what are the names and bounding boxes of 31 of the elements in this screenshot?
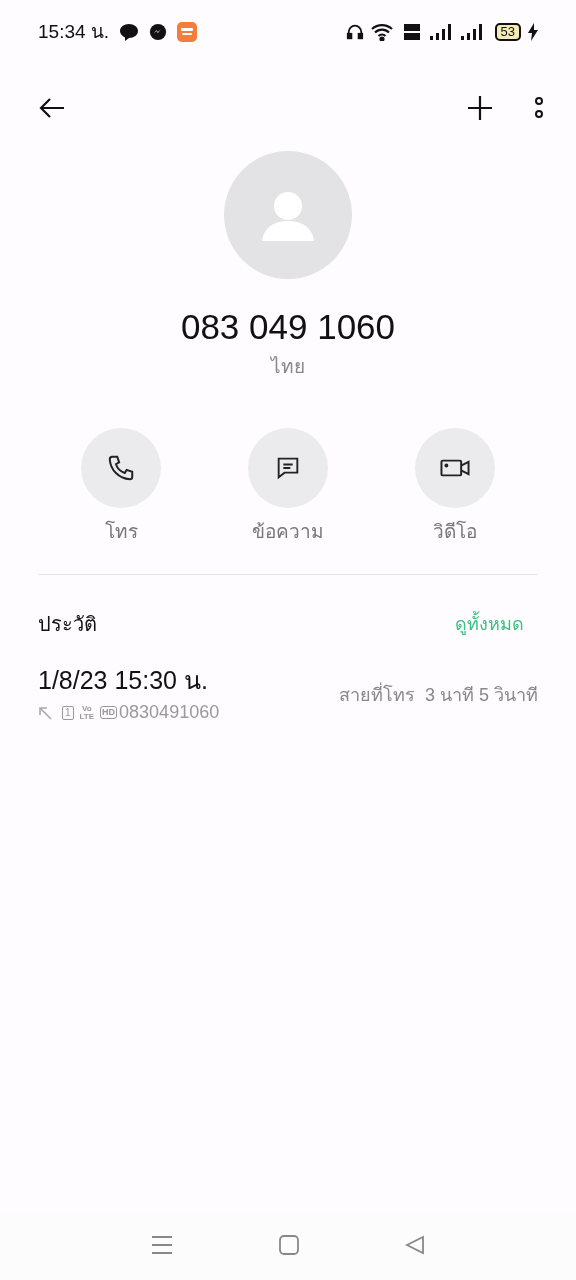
call-number: 0830491060 — [119, 701, 220, 724]
action-label: ข้อความ — [252, 519, 324, 544]
more-options-button[interactable] — [534, 95, 544, 121]
headphones-icon — [345, 23, 364, 41]
menu-button[interactable] — [151, 1235, 173, 1255]
signal-icon — [428, 23, 453, 41]
messenger-icon — [149, 23, 168, 41]
phone-number: 083 049 1060 — [180, 306, 396, 348]
hd-badge: HD — [100, 706, 118, 719]
call-duration: 3 นาที 5 วินาที — [424, 684, 538, 707]
avatar-icon — [224, 151, 352, 279]
call-type: สายที่โทร — [338, 682, 415, 709]
location-label: ไทย — [271, 355, 305, 379]
home-button[interactable] — [279, 1235, 299, 1255]
action-label: วิดีโอ — [432, 519, 477, 544]
app-icon — [177, 22, 198, 42]
chat-bubble-icon — [119, 22, 140, 42]
signal-icon — [459, 23, 484, 41]
see-all-link[interactable]: ดูทั้งหมด — [455, 610, 524, 638]
call-datetime: 1/8/23 15:30 น. — [38, 665, 209, 695]
sim-badge: 1 — [62, 705, 74, 720]
outgoing-arrow-icon — [38, 705, 52, 720]
battery-level: 53 — [494, 23, 521, 41]
charging-bolt-icon — [528, 23, 538, 41]
action-label: โทร — [104, 519, 138, 544]
clock-time: 15:34 น. — [38, 19, 110, 44]
add-button[interactable] — [466, 94, 494, 122]
back-nav-button[interactable] — [405, 1235, 425, 1255]
wifi-icon — [370, 23, 395, 41]
section-title: ประวัติ — [38, 612, 97, 637]
volte-label: Vo LTE — [79, 704, 95, 721]
